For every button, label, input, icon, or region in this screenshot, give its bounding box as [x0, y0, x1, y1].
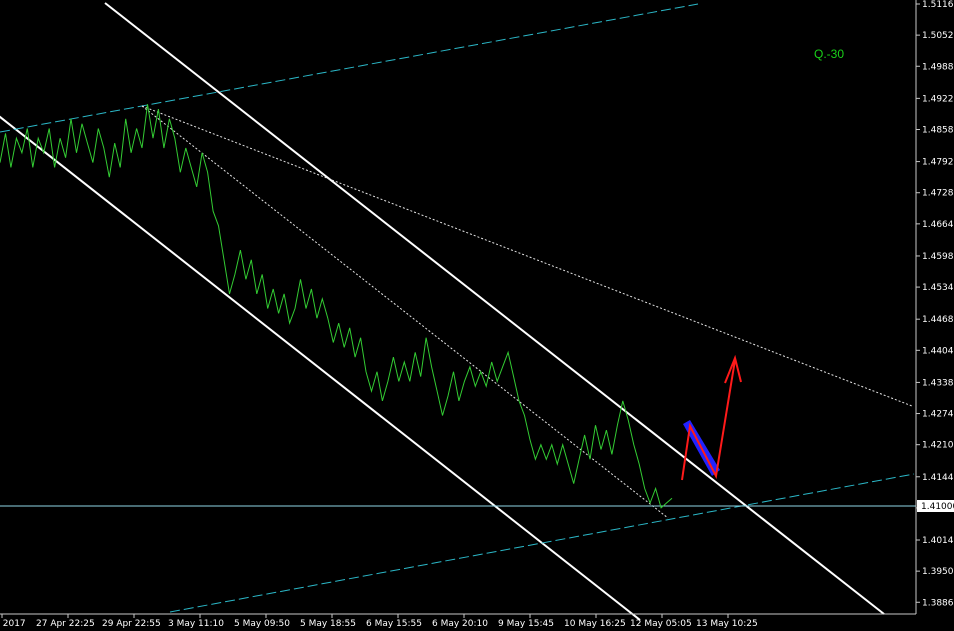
price-tick-label: 1.49220 [922, 94, 954, 104]
time-tick-label: 26 Apr 2017 [0, 619, 26, 629]
price-tick-label: 1.47280 [922, 189, 954, 199]
price-tick-label: 1.46640 [922, 220, 954, 230]
price-tick-label: 1.42100 [922, 441, 954, 451]
price-tick-label: 1.43380 [922, 378, 954, 388]
time-tick-label: 5 May 09:50 [234, 619, 290, 629]
price-chart[interactable]: Q.-30 1.51160 1.50520 1.49880 1.49220 1.4858… [0, 0, 954, 631]
time-tick-label: 12 May 05:05 [630, 619, 692, 629]
time-tick-label: 5 May 18:55 [300, 619, 356, 629]
price-tick-label: 1.39500 [922, 567, 954, 577]
price-tick-label: 1.45340 [922, 283, 954, 293]
time-tick-label: 27 Apr 22:25 [36, 619, 95, 629]
price-tick-label: 1.40140 [922, 536, 954, 546]
price-tick-label: 1.44680 [922, 315, 954, 325]
price-tick-label: 1.44040 [922, 346, 954, 356]
time-tick-label: 10 May 16:25 [564, 619, 626, 629]
price-tick-label: 1.48580 [922, 125, 954, 135]
price-tick-label: 1.49880 [922, 62, 954, 72]
current-price-label: 1.41000 [921, 502, 954, 512]
price-tick-label: 1.45980 [922, 252, 954, 262]
price-tick-label: 1.47920 [922, 158, 954, 168]
time-tick-label: 6 May 15:55 [366, 619, 422, 629]
price-tick-label: 1.42740 [922, 410, 954, 420]
price-tick-label: 1.50520 [922, 31, 954, 41]
time-tick-label: 13 May 10:25 [696, 619, 758, 629]
chart-background [0, 0, 954, 631]
time-tick-label: 9 May 15:45 [498, 619, 554, 629]
price-tick-label: 1.51160 [922, 0, 954, 10]
time-tick-label: 6 May 20:10 [432, 619, 488, 629]
time-tick-label: 29 Apr 22:55 [102, 619, 161, 629]
price-tick-label: 1.38860 [922, 598, 954, 608]
time-tick-label: 3 May 11:10 [168, 619, 224, 629]
price-tick-label: 1.41440 [922, 473, 954, 483]
annotation-label: Q.-30 [814, 47, 844, 61]
